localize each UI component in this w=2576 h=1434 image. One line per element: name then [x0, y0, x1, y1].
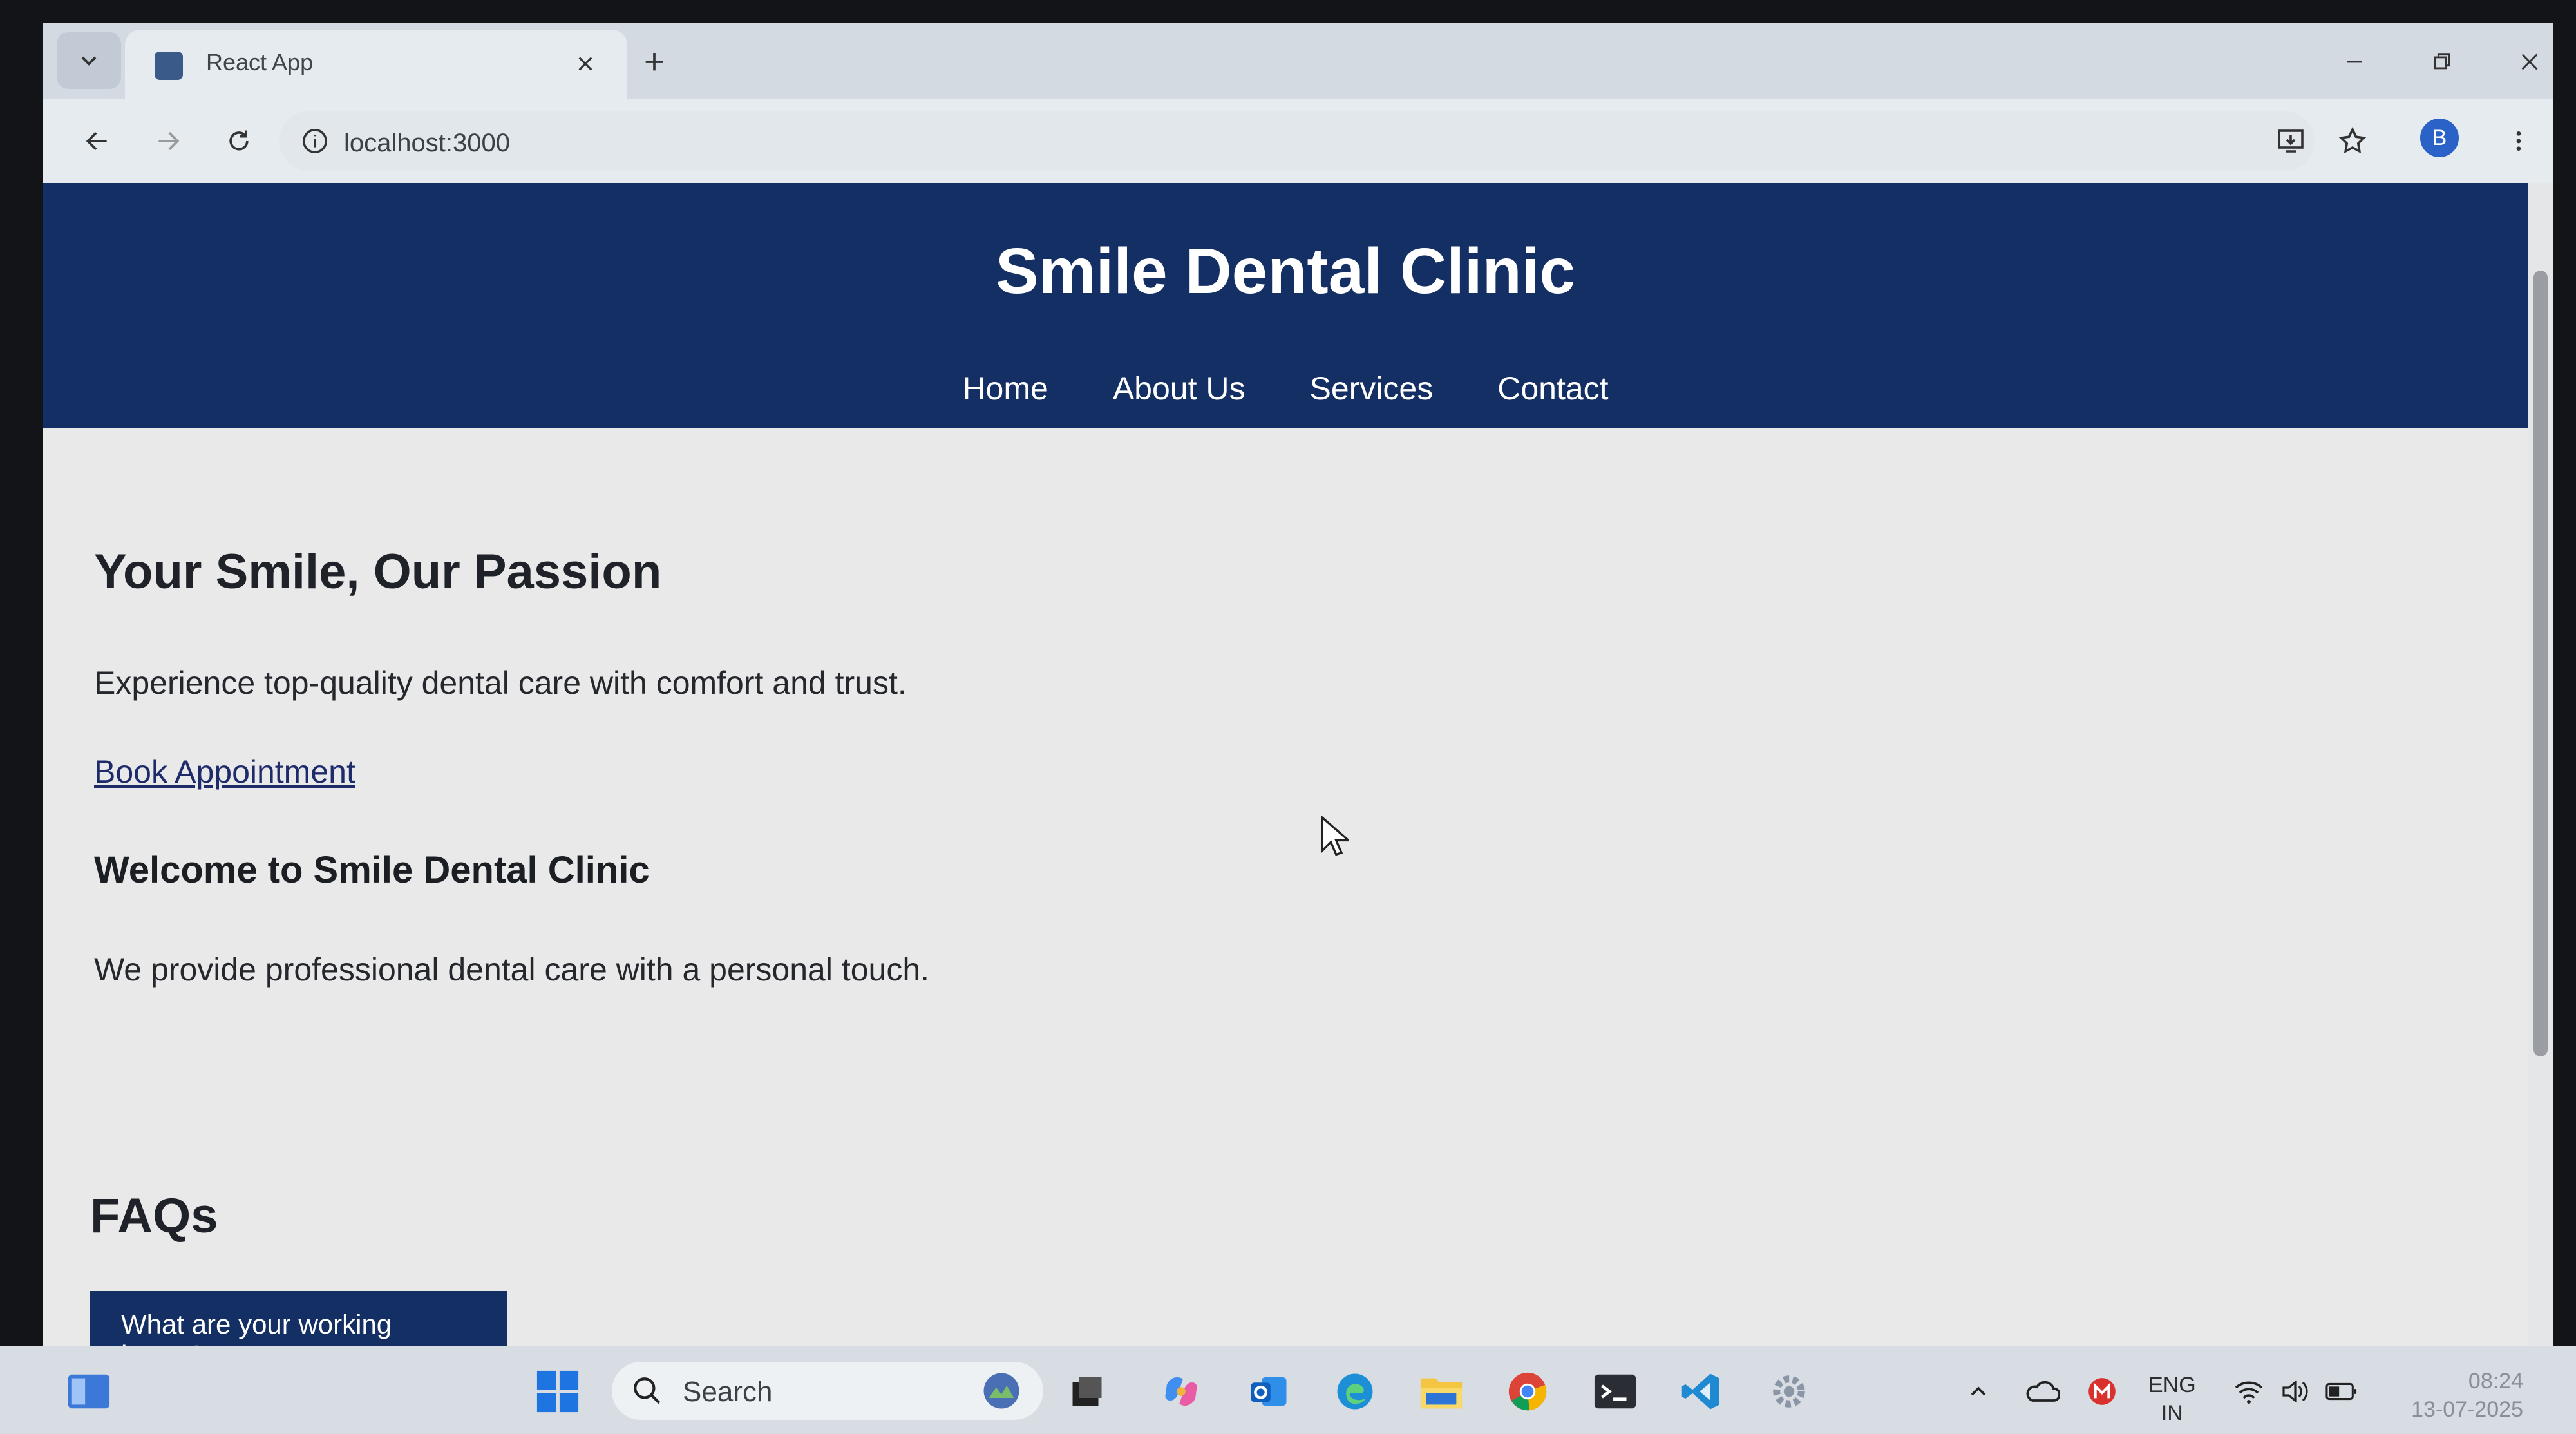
main-content: Your Smile, Our Passion Experience top-q…: [94, 544, 2412, 988]
widgets-icon[interactable]: [63, 1366, 115, 1417]
wifi-icon[interactable]: [2223, 1366, 2275, 1417]
install-app-button[interactable]: [2268, 119, 2313, 164]
tab-title: React App: [206, 49, 314, 75]
taskbar-search[interactable]: Search: [612, 1362, 1043, 1420]
reload-icon: [229, 130, 249, 151]
site-nav: Home About Us Services Contact: [43, 370, 2528, 407]
vscode-icon[interactable]: [1676, 1366, 1727, 1417]
outlook-icon[interactable]: [1243, 1366, 1294, 1417]
profile-avatar[interactable]: B: [2420, 119, 2459, 157]
new-tab-button[interactable]: [635, 43, 674, 81]
site-title: Smile Dental Clinic: [995, 235, 1576, 307]
web-page: Smile Dental Clinic Home About Us Servic…: [43, 183, 2528, 1346]
back-button[interactable]: [75, 119, 120, 164]
more-vert-icon: [2516, 131, 2521, 151]
minimize-button[interactable]: [2335, 43, 2374, 81]
clock-date: 13-07-2025: [2411, 1397, 2523, 1422]
tab-search-button[interactable]: [57, 32, 121, 89]
arrow-right-icon: [158, 131, 180, 151]
welcome-title: Welcome to Smile Dental Clinic: [94, 849, 650, 891]
search-highlight-icon: [983, 1373, 1019, 1409]
chrome-icon[interactable]: [1502, 1366, 1553, 1417]
settings-icon[interactable]: [1763, 1366, 1815, 1417]
react-favicon-icon: [155, 52, 183, 80]
region-code: IN: [2161, 1401, 2183, 1426]
browser-window: React App localhost:3000 B Smile Dental …: [43, 23, 2553, 1346]
start-windows-icon[interactable]: [532, 1366, 583, 1417]
edge-icon[interactable]: [1329, 1366, 1381, 1417]
faq-title: FAQs: [90, 1189, 218, 1243]
mouse-cursor-icon: [1321, 816, 1349, 856]
faq-question-button[interactable]: What are your working hours?: [90, 1291, 507, 1346]
taskbar: Search ENG IN 08:24 13-07-2025: [0, 1346, 2576, 1434]
minimize-icon: [2347, 61, 2362, 63]
file-explorer-icon[interactable]: [1416, 1366, 1467, 1417]
clock[interactable]: 08:24 13-07-2025: [2388, 1367, 2523, 1424]
site-info-icon: [303, 129, 327, 153]
star-icon: [2338, 126, 2367, 154]
tab-close-button[interactable]: [569, 48, 601, 80]
browser-tab[interactable]: React App: [125, 30, 627, 99]
nav-home-link[interactable]: Home: [962, 370, 1048, 407]
onedrive-icon[interactable]: [2016, 1366, 2067, 1417]
tab-strip: React App: [43, 23, 2553, 99]
nav-contact-link[interactable]: Contact: [1497, 370, 1608, 407]
clock-time: 08:24: [2468, 1369, 2523, 1393]
url-text[interactable]: localhost:3000: [344, 129, 510, 158]
antivirus-icon[interactable]: [2076, 1366, 2128, 1417]
page-scrollbar[interactable]: [2528, 183, 2553, 1346]
arrow-left-icon: [86, 131, 107, 151]
copilot-icon[interactable]: [1155, 1366, 1207, 1417]
site-header: Smile Dental Clinic Home About Us Servic…: [43, 183, 2528, 428]
install-icon: [2278, 129, 2304, 153]
menu-button[interactable]: [2496, 119, 2541, 164]
search-icon: [634, 1377, 661, 1404]
language-code: ENG: [2148, 1373, 2196, 1397]
chevron-up-icon[interactable]: [1953, 1366, 2004, 1417]
nav-about-link[interactable]: About Us: [1113, 370, 1245, 407]
hero-title: Your Smile, Our Passion: [94, 544, 662, 599]
book-appointment-link[interactable]: Book Appointment: [94, 753, 355, 790]
hero-text: Experience top-quality dental care with …: [94, 665, 907, 701]
taskbar-search-placeholder: Search: [683, 1376, 773, 1408]
nav-services-link[interactable]: Services: [1309, 370, 1433, 407]
plus-icon: [645, 53, 663, 71]
terminal-icon[interactable]: [1589, 1366, 1641, 1417]
task-view-icon[interactable]: [1061, 1366, 1113, 1417]
bookmark-button[interactable]: [2330, 119, 2375, 164]
close-icon: [2521, 53, 2538, 70]
language-indicator[interactable]: ENG IN: [2148, 1371, 2196, 1428]
restore-button[interactable]: [2423, 43, 2461, 81]
address-bar[interactable]: localhost:3000: [279, 111, 2315, 171]
browser-toolbar: localhost:3000 B: [43, 99, 2553, 183]
close-icon: [578, 57, 592, 71]
battery-icon[interactable]: [2316, 1366, 2367, 1417]
close-window-button[interactable]: [2510, 43, 2549, 81]
scroll-thumb[interactable]: [2533, 271, 2548, 1056]
reload-button[interactable]: [216, 119, 261, 164]
restore-icon: [2434, 53, 2450, 70]
forward-button[interactable]: [146, 119, 191, 164]
chevron-down-icon: [81, 56, 97, 66]
welcome-text: We provide professional dental care with…: [94, 951, 930, 988]
volume-icon[interactable]: [2269, 1366, 2321, 1417]
